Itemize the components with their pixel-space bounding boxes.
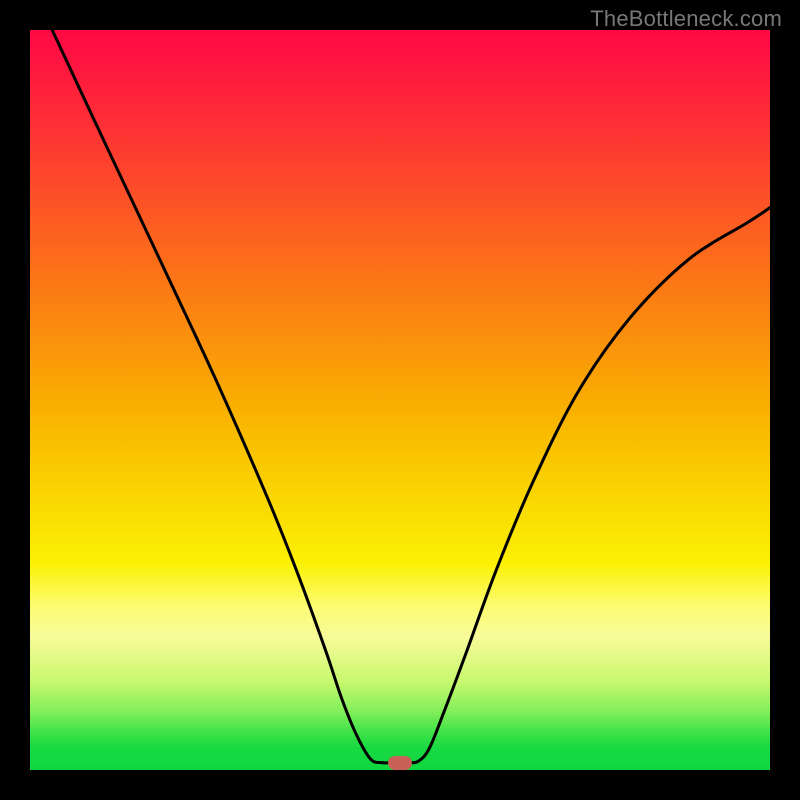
plot-area [30, 30, 770, 770]
optimum-marker [388, 756, 412, 770]
watermark-text: TheBottleneck.com [590, 6, 782, 32]
chart-frame: TheBottleneck.com [0, 0, 800, 800]
bottleneck-curve [30, 30, 770, 770]
